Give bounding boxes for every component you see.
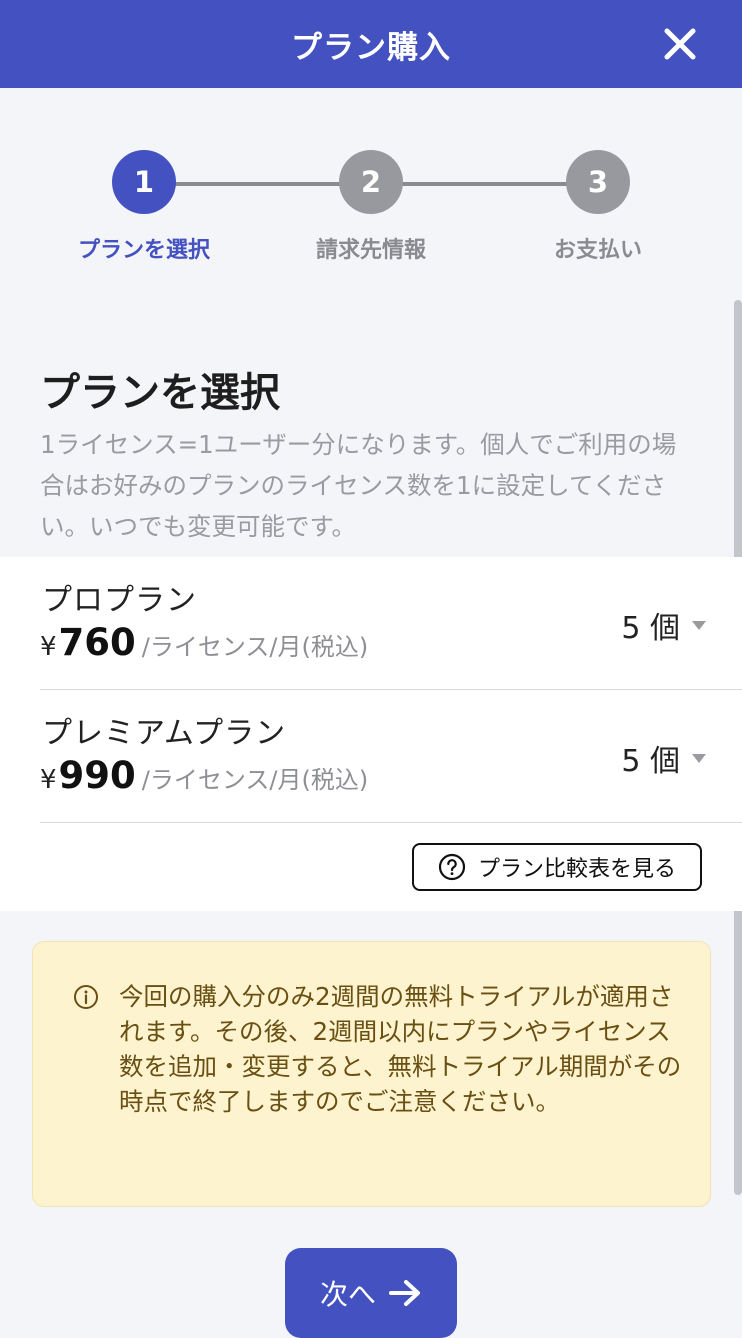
plan-price: ¥ 990 /ライセンス/月(税込) xyxy=(40,754,368,797)
step-1: 1 プランを選択 xyxy=(44,150,244,264)
plan-price: ¥ 760 /ライセンス/月(税込) xyxy=(40,621,368,664)
quantity-select-pro[interactable]: 5 個 xyxy=(621,603,706,647)
currency-symbol: ¥ xyxy=(40,765,57,795)
progress-stepper: 1 プランを選択 2 請求先情報 3 お支払い xyxy=(0,150,742,280)
price-unit: /ライセンス/月(税込) xyxy=(141,633,369,661)
quantity-value: 5 個 xyxy=(621,611,680,646)
caret-down-icon xyxy=(692,753,706,763)
step-label: 請求先情報 xyxy=(315,238,426,263)
help-circle-icon xyxy=(438,853,466,881)
step-2: 2 請求先情報 xyxy=(271,150,471,264)
plan-list: プロプラン ¥ 760 /ライセンス/月(税込) 5 個 プレミアムプラン ¥ … xyxy=(0,557,742,911)
page-title: プラン購入 xyxy=(291,29,451,66)
currency-symbol: ¥ xyxy=(40,632,57,662)
step-3: 3 お支払い xyxy=(498,150,698,264)
info-icon xyxy=(74,985,98,1009)
section-description: 1ライセンス=1ユーザー分になります。個人でご利用の場合はお好みのプランのライセ… xyxy=(40,430,677,541)
price-amount: 760 xyxy=(58,621,136,664)
close-button[interactable] xyxy=(658,22,702,66)
plan-compare-button[interactable]: プラン比較表を見る xyxy=(412,843,702,891)
next-button[interactable]: 次へ xyxy=(285,1248,457,1338)
quantity-select-premium[interactable]: 5 個 xyxy=(621,736,706,780)
step-number: 2 xyxy=(339,150,403,214)
plan-name: プロプラン xyxy=(42,583,197,618)
app-header: プラン購入 xyxy=(0,0,742,88)
step-number: 3 xyxy=(566,150,630,214)
step-number: 1 xyxy=(112,150,176,214)
close-icon xyxy=(664,28,696,60)
trial-notice: 今回の購入分のみ2週間の無料トライアルが適用されます。その後、2週間以内にプラン… xyxy=(32,941,711,1207)
compare-label: プラン比較表を見る xyxy=(477,857,676,882)
plan-name: プレミアムプラン xyxy=(42,716,287,751)
caret-down-icon xyxy=(692,620,706,630)
step-label: お支払い xyxy=(553,238,642,263)
next-label: 次へ xyxy=(319,1278,376,1311)
quantity-value: 5 個 xyxy=(621,744,680,779)
step-label: プランを選択 xyxy=(77,238,210,263)
divider xyxy=(40,822,742,823)
arrow-right-icon xyxy=(389,1280,420,1306)
plan-row-pro: プロプラン ¥ 760 /ライセンス/月(税込) 5 個 xyxy=(0,557,742,690)
section-title: プランを選択 xyxy=(40,370,280,416)
price-unit: /ライセンス/月(税込) xyxy=(141,766,369,794)
notice-text: 今回の購入分のみ2週間の無料トライアルが適用されます。その後、2週間以内にプラン… xyxy=(119,982,682,1116)
price-amount: 990 xyxy=(58,754,136,797)
plan-row-premium: プレミアムプラン ¥ 990 /ライセンス/月(税込) 5 個 xyxy=(0,690,742,823)
